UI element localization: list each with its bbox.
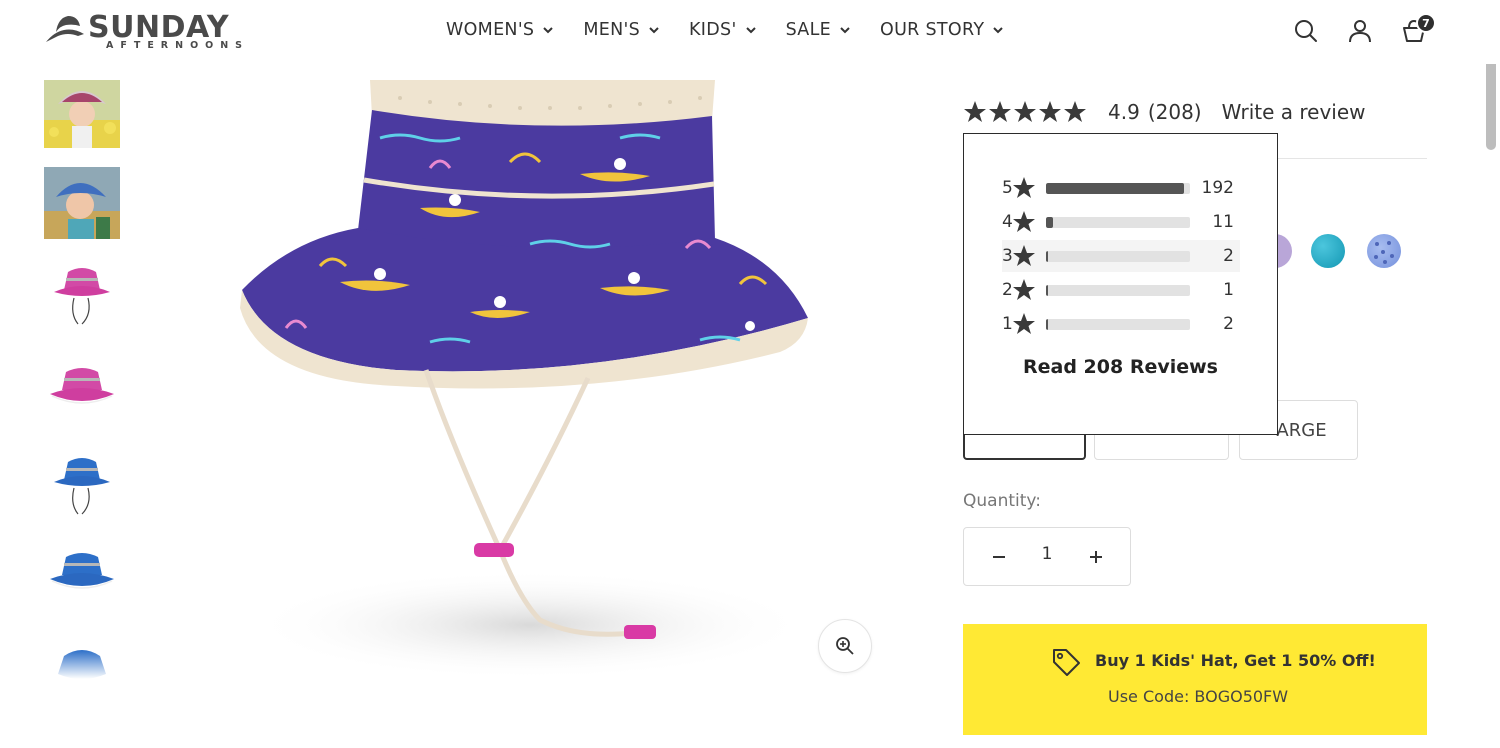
thumbnail-image (44, 80, 120, 148)
rating-star-level: 3 (1002, 246, 1013, 266)
zoom-in-icon (836, 637, 854, 655)
color-swatch-periwinkle[interactable] (1367, 234, 1401, 268)
swatch-pattern (1374, 241, 1394, 264)
nav-label: MEN'S (583, 20, 641, 40)
size-label: ARGE (1276, 419, 1327, 441)
star-icon (1064, 101, 1086, 122)
thumbnail-3[interactable] (44, 258, 120, 334)
quantity-value[interactable]: 1 (1032, 544, 1062, 564)
rating-count: 1 (1223, 280, 1234, 300)
rating-bar-fill (1046, 216, 1054, 228)
nav-our-story[interactable]: OUR STORY (880, 20, 1004, 40)
nav-mens[interactable]: MEN'S (583, 20, 659, 40)
nav-label: OUR STORY (880, 20, 985, 40)
thumbnail-2[interactable] (44, 167, 120, 239)
promo-banner: Buy 1 Kids' Hat, Get 1 50% Off! Use Code… (963, 624, 1427, 735)
thumbnail-image (50, 553, 114, 589)
rating-bar-fill (1046, 284, 1048, 296)
nav-womens[interactable]: WOMEN'S (446, 20, 554, 40)
star-icon (1014, 101, 1036, 122)
star-icon (964, 101, 986, 122)
thumbnail-5[interactable] (44, 450, 120, 526)
quantity-stepper: 1 (963, 527, 1131, 586)
brand-tagline: AFTERNOONS (106, 40, 250, 51)
star-icon (1013, 211, 1035, 232)
search-icon[interactable] (1293, 18, 1319, 44)
thumbnail-4[interactable] (44, 356, 120, 432)
thumbnail-image (50, 368, 114, 404)
read-reviews-link[interactable]: Read 208 Reviews (964, 356, 1277, 378)
logo-hat-mark (46, 16, 84, 42)
rating-star-level: 1 (1002, 314, 1013, 334)
cart-count-badge: 7 (1416, 13, 1436, 33)
zoom-button[interactable] (818, 619, 872, 673)
star-icon (1013, 245, 1035, 266)
chevron-down-icon (840, 27, 850, 34)
star-icon (1013, 279, 1035, 300)
rating-row-3[interactable]: 3 2 (1002, 240, 1240, 272)
main-nav: WOMEN'S MEN'S KIDS' SALE OUR STORY (446, 20, 1033, 40)
nav-kids[interactable]: KIDS' (689, 20, 756, 40)
star-icon (989, 101, 1011, 122)
color-swatch-teal[interactable] (1311, 234, 1345, 268)
rating-count: 2 (1223, 314, 1234, 334)
rating-row-2[interactable]: 2 1 (1002, 274, 1240, 306)
nav-label: SALE (785, 20, 831, 40)
rating-bar-track (1046, 250, 1190, 262)
rating-row-1[interactable]: 1 2 (1002, 308, 1240, 340)
promo-title: Buy 1 Kids' Hat, Get 1 50% Off! (1095, 651, 1376, 670)
write-review-link[interactable]: Write a review (1222, 100, 1366, 124)
rating-bar-track (1046, 318, 1190, 330)
thumbnail-1[interactable] (44, 80, 120, 152)
thumbnail-image (58, 650, 106, 679)
rating-bar-fill (1046, 250, 1048, 262)
thumbnail-image (54, 458, 110, 515)
thumbnail-image (44, 167, 120, 239)
nav-label: WOMEN'S (446, 20, 535, 40)
quantity-decrease-button[interactable] (982, 540, 1016, 574)
rating-bar-track (1046, 182, 1190, 194)
star-icon (1013, 313, 1035, 334)
rating-score: 4.9 (1108, 100, 1140, 124)
rating-count: 192 (1201, 178, 1234, 198)
rating-star-level: 5 (1002, 178, 1013, 198)
rating-row-4[interactable]: 4 11 (1002, 206, 1240, 238)
rating-bar-fill (1046, 318, 1048, 330)
rating-star-level: 4 (1002, 212, 1013, 232)
thumbnail-7[interactable] (44, 640, 120, 690)
kids-bucket-hat-image (240, 80, 810, 680)
rating-count: (208) (1147, 100, 1202, 124)
rating-bar-track (1046, 284, 1190, 296)
minus-icon (993, 556, 1005, 558)
brand-logo[interactable]: SUNDAY AFTERNOONS (44, 10, 274, 54)
site-header: SUNDAY AFTERNOONS WOMEN'S MEN'S KIDS' SA… (0, 0, 1500, 64)
promo-code: Use Code: BOGO50FW (1108, 687, 1289, 706)
account-icon[interactable] (1347, 18, 1373, 44)
rating-summary[interactable]: 4.9 (208) Write a review (963, 100, 1366, 124)
rating-breakdown-popup: 5 192 4 11 3 2 2 1 1 2 Read 208 Reviews (963, 133, 1278, 435)
thumbnail-image (54, 268, 110, 325)
chevron-down-icon (993, 27, 1004, 34)
chevron-down-icon (649, 27, 659, 34)
rating-count: 11 (1212, 212, 1234, 232)
nav-label: KIDS' (689, 20, 737, 40)
main-product-image (200, 80, 900, 700)
plus-icon (1090, 551, 1102, 563)
chevron-down-icon (745, 27, 756, 34)
quantity-label: Quantity: (963, 491, 1041, 511)
thumbnail-6[interactable] (44, 543, 120, 619)
rating-bar-fill (1046, 182, 1185, 194)
rating-star-level: 2 (1002, 280, 1013, 300)
rating-row-5[interactable]: 5 192 (1002, 172, 1240, 204)
rating-count: 2 (1223, 246, 1234, 266)
rating-bar-track (1046, 216, 1190, 228)
star-icon (1039, 101, 1061, 122)
chevron-down-icon (543, 27, 554, 34)
star-icon (1013, 177, 1035, 198)
quantity-increase-button[interactable] (1079, 540, 1113, 574)
rating-stars (963, 100, 1088, 124)
price-tag-icon (1053, 649, 1080, 676)
nav-sale[interactable]: SALE (786, 20, 850, 40)
